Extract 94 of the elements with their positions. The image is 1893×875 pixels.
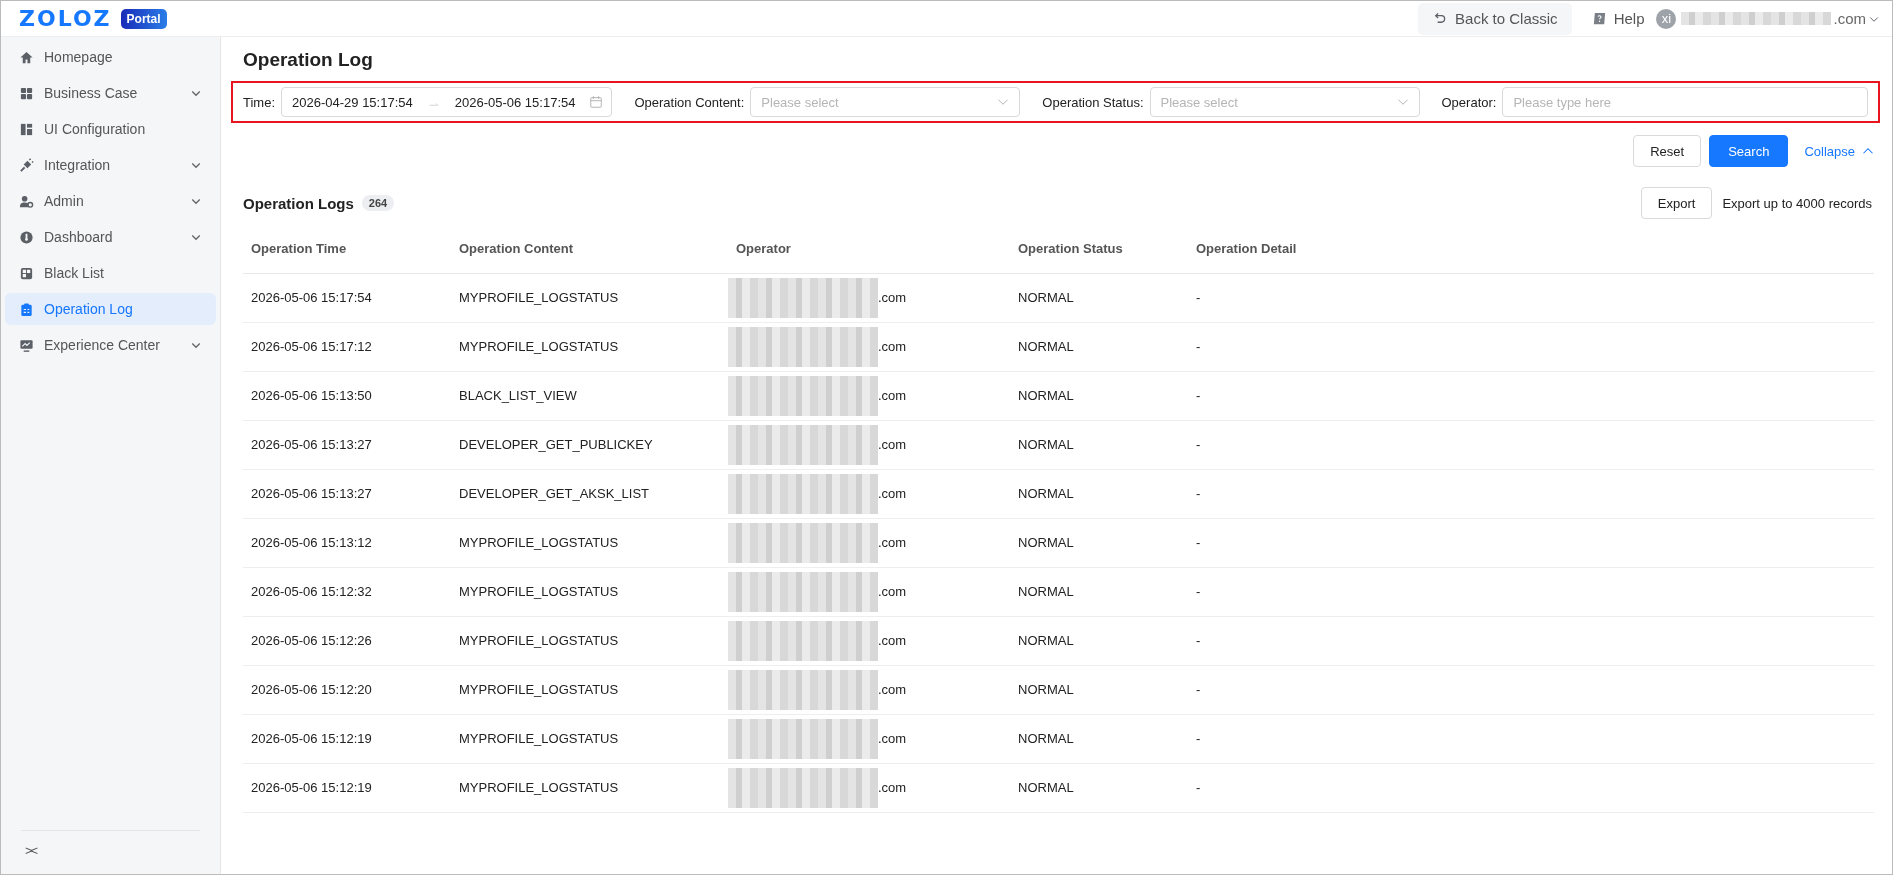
sidebar-item[interactable]: UI Configuration xyxy=(5,113,216,145)
user-icon xyxy=(19,193,34,209)
table-cell: NORMAL xyxy=(1010,322,1188,371)
home-icon xyxy=(19,49,34,65)
table-cell: 2026-05-06 15:13:27 xyxy=(243,469,451,518)
table-cell: 2026-05-06 15:13:27 xyxy=(243,420,451,469)
table-cell: 2026-05-06 15:17:54 xyxy=(243,273,451,322)
portal-badge: Portal xyxy=(120,8,167,29)
column-header: Operation Detail xyxy=(1188,225,1874,273)
table-cell: 2026-05-06 15:12:19 xyxy=(243,763,451,812)
sidebar-item[interactable]: Admin xyxy=(5,185,216,217)
account-menu[interactable]: xi .com xyxy=(1656,8,1880,29)
account-email: .com xyxy=(1833,10,1866,27)
sidebar-item[interactable]: Operation Log xyxy=(5,293,216,325)
column-header: Operator xyxy=(728,225,1010,273)
table-cell: - xyxy=(1188,763,1874,812)
count-badge: 264 xyxy=(361,195,395,211)
sidebar-item[interactable]: Integration xyxy=(5,149,216,181)
table-cell: 2026-05-06 15:12:26 xyxy=(243,616,451,665)
table-cell: NORMAL xyxy=(1010,420,1188,469)
table-cell: - xyxy=(1188,371,1874,420)
collapse-sidebar-button[interactable]: >< xyxy=(21,843,41,858)
column-header: Operation Time xyxy=(243,225,451,273)
export-note: Export up to 4000 records xyxy=(1722,195,1872,211)
operator-input[interactable]: Please type here xyxy=(1502,87,1868,117)
table-cell: .com xyxy=(878,535,907,550)
table-cell: 2026-05-06 15:13:50 xyxy=(243,371,451,420)
table-cell: NORMAL xyxy=(1010,763,1188,812)
help-link[interactable]: Help xyxy=(1591,10,1645,27)
table-cell: 2026-05-06 15:12:32 xyxy=(243,567,451,616)
table-cell: 2026-05-06 15:13:12 xyxy=(243,518,451,567)
field-label: Operation Status: xyxy=(1042,94,1144,110)
clipboard-icon xyxy=(19,301,34,317)
table-cell: .com xyxy=(878,682,907,697)
table-cell: 2026-05-06 15:12:19 xyxy=(243,714,451,763)
table-cell: .com xyxy=(878,290,907,305)
list-icon xyxy=(19,265,34,281)
sidebar-item[interactable]: Black List xyxy=(5,257,216,289)
layout-icon xyxy=(19,121,34,137)
table-cell: NORMAL xyxy=(1010,567,1188,616)
table-cell: - xyxy=(1188,273,1874,322)
plug-icon xyxy=(19,157,34,173)
table-cell: NORMAL xyxy=(1010,714,1188,763)
help-icon xyxy=(1591,11,1607,26)
back-arrow-icon xyxy=(1432,11,1448,26)
back-to-classic-button[interactable]: Back to Classic xyxy=(1418,2,1572,35)
table-cell: .com xyxy=(878,388,907,403)
field-label: Operation Content: xyxy=(634,94,745,110)
table-cell: - xyxy=(1188,616,1874,665)
table-cell: NORMAL xyxy=(1010,665,1188,714)
page-title: Operation Log xyxy=(243,49,374,71)
table-cell: - xyxy=(1188,469,1874,518)
table-cell: NORMAL xyxy=(1010,518,1188,567)
export-button[interactable]: Export xyxy=(1640,187,1713,219)
collapse-link[interactable]: Collapse xyxy=(1804,143,1874,159)
table-cell: 2026-05-06 15:12:20 xyxy=(243,665,451,714)
search-button[interactable]: Search xyxy=(1709,135,1789,167)
start-date: 2026-04-29 15:17:54 xyxy=(292,94,413,110)
monitor-icon xyxy=(19,337,34,353)
table-cell: - xyxy=(1188,518,1874,567)
section-title: Operation Logs xyxy=(243,194,354,212)
calendar-icon xyxy=(589,95,604,109)
date-range-field[interactable]: 2026-04-29 15:17:54 2026-05-06 15:17:54 xyxy=(281,87,613,117)
field-label: Operator: xyxy=(1441,94,1497,110)
table-cell: NORMAL xyxy=(1010,616,1188,665)
table-cell: - xyxy=(1188,567,1874,616)
sidebar-item[interactable]: Homepage xyxy=(5,41,216,73)
table-cell: NORMAL xyxy=(1010,273,1188,322)
logo: ZOLOZ xyxy=(19,6,112,31)
avatar: xi xyxy=(1656,8,1677,29)
table-cell: .com xyxy=(878,780,907,795)
table-cell: 2026-05-06 15:17:12 xyxy=(243,322,451,371)
table-cell: .com xyxy=(878,437,907,452)
table-cell: NORMAL xyxy=(1010,469,1188,518)
table-cell: - xyxy=(1188,714,1874,763)
table-cell: - xyxy=(1188,420,1874,469)
grid-icon xyxy=(19,85,34,101)
table-cell: - xyxy=(1188,322,1874,371)
table-cell: .com xyxy=(878,584,907,599)
reset-button[interactable]: Reset xyxy=(1633,135,1702,167)
column-header: Operation Status xyxy=(1010,225,1188,273)
table-cell: .com xyxy=(878,339,907,354)
gauge-icon xyxy=(19,229,34,245)
table-cell: .com xyxy=(878,731,907,746)
end-date: 2026-05-06 15:17:54 xyxy=(454,94,576,110)
table-cell: .com xyxy=(878,633,907,648)
sidebar-item[interactable]: Experience Center xyxy=(5,329,216,361)
table-cell: .com xyxy=(878,486,907,501)
table-cell: - xyxy=(1188,665,1874,714)
sidebar-item[interactable]: Dashboard xyxy=(5,221,216,253)
table-cell: NORMAL xyxy=(1010,371,1188,420)
field-label: Time: xyxy=(243,94,276,110)
sidebar-item[interactable]: Business Case xyxy=(5,77,216,109)
column-header: Operation Content xyxy=(451,225,728,273)
